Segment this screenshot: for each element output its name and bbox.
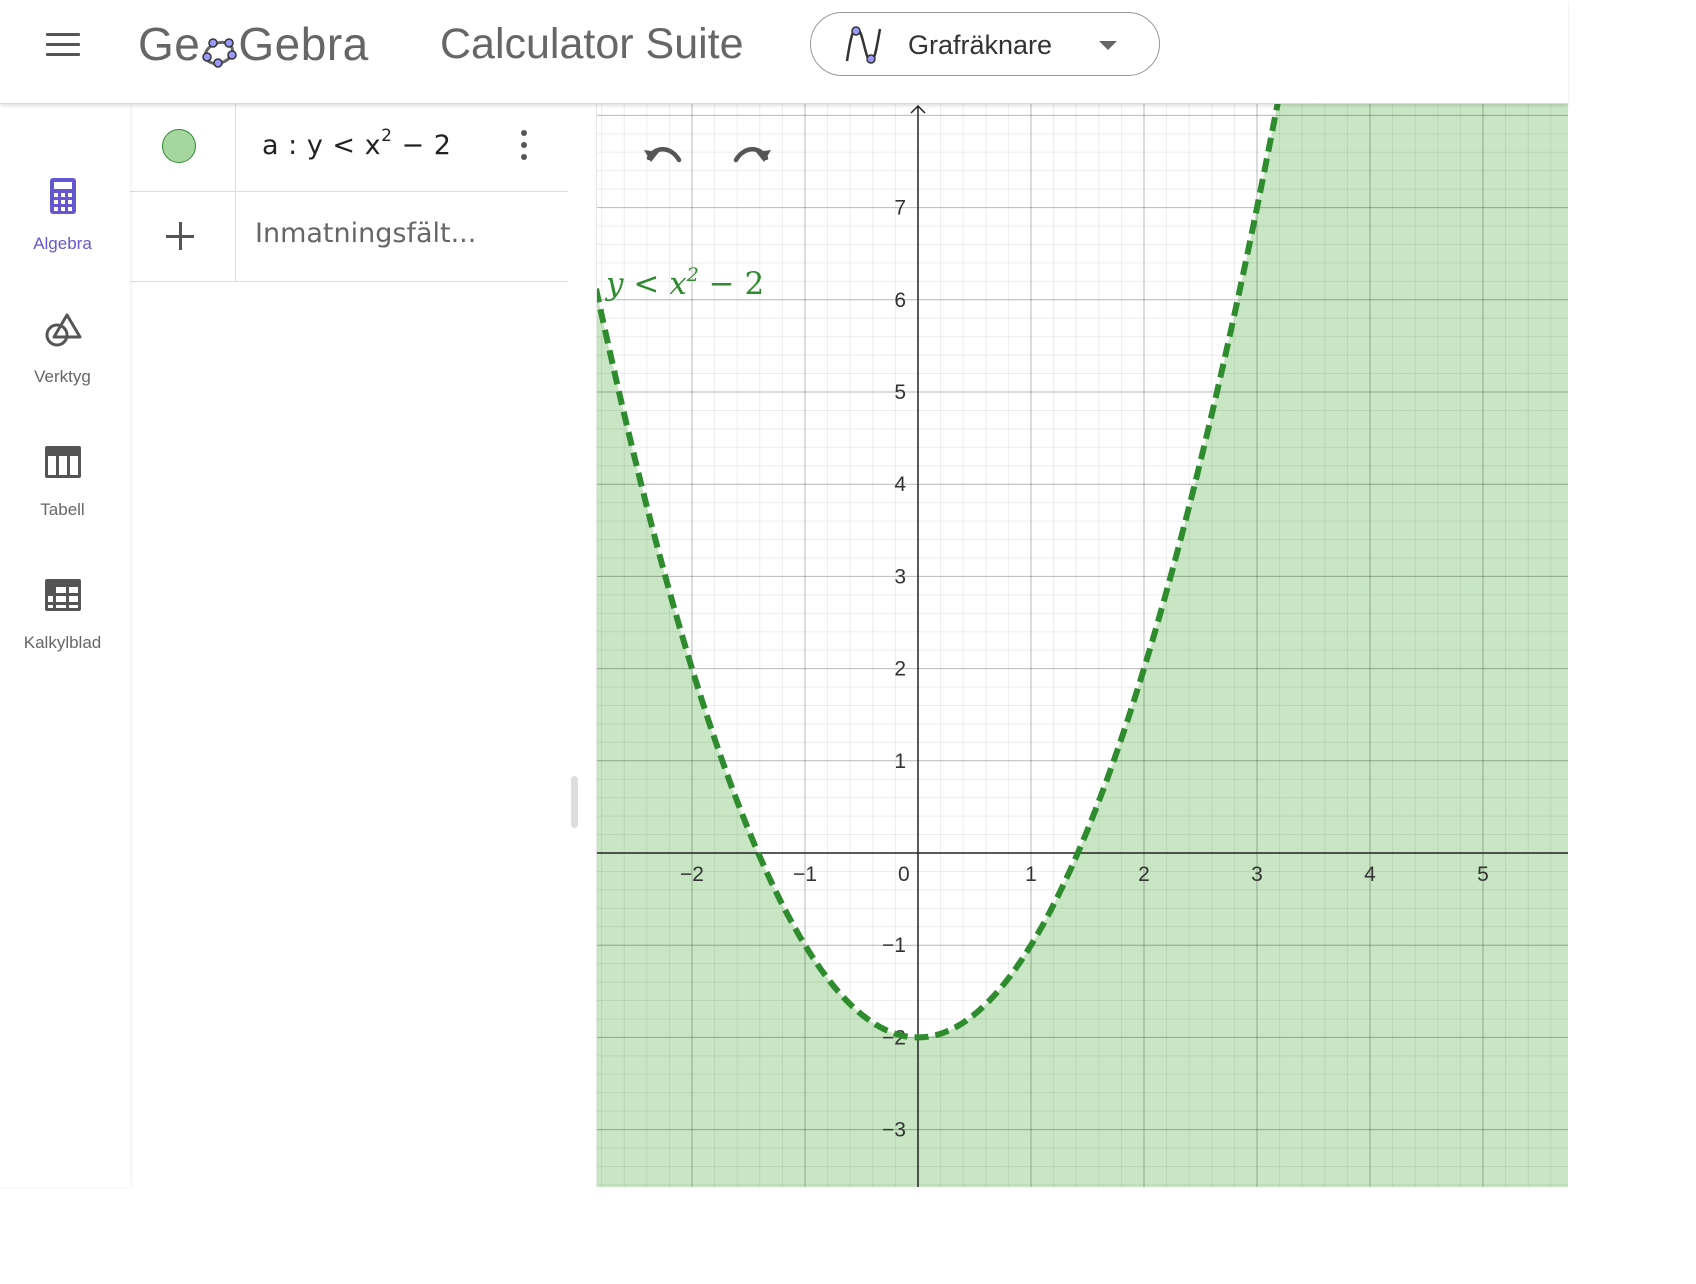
- app-header: Ge Gebra Calculator Suite Grafräknare: [0, 0, 1568, 104]
- suite-title: Calculator Suite: [440, 20, 744, 68]
- visibility-toggle[interactable]: [162, 129, 196, 163]
- geogebra-logo: Ge Gebra: [138, 18, 369, 70]
- graphics-view[interactable]: −2 −1 0 1 2 3 4 5 7 6 5 4 3 2 1 −1 −2 −3 y < x2 − 2: [596, 104, 1568, 1187]
- app-switcher-label: Grafräknare: [908, 30, 1053, 60]
- y-tick-label: 6: [894, 289, 906, 312]
- y-tick-label: −3: [882, 1119, 906, 1142]
- nav-label-table: Tabell: [40, 500, 85, 519]
- nav-item-spreadsheet[interactable]: Kalkylblad: [0, 575, 125, 685]
- y-tick-label: 1: [894, 750, 906, 773]
- x-tick-label: 4: [1364, 863, 1376, 886]
- algebra-view: a : y < x2 − 2 Inmatningsfält...: [130, 104, 597, 1187]
- x-tick-label: −2: [680, 863, 704, 886]
- y-tick-label: 4: [894, 473, 906, 496]
- algebra-entry[interactable]: a : y < x2 − 2: [130, 104, 568, 192]
- y-tick-label: 2: [894, 658, 906, 681]
- app-switcher-dropdown[interactable]: Grafräknare: [810, 12, 1160, 76]
- algebra-entry-formula[interactable]: a : y < x2 − 2: [262, 126, 452, 161]
- y-tick-label: −1: [882, 934, 906, 957]
- visibility-column: [130, 104, 236, 191]
- nav-item-table[interactable]: Tabell: [0, 442, 125, 552]
- view-nav: Algebra Verktyg Tabell Kalkylblad: [0, 104, 130, 1187]
- graph-canvas[interactable]: −2 −1 0 1 2 3 4 57654321−1−2−3y < x2 − 2: [596, 104, 1568, 1187]
- object-name: a: [262, 130, 280, 161]
- spreadsheet-icon: [43, 575, 83, 615]
- x-tick-label: 0: [898, 863, 910, 886]
- formula-lhs: y: [306, 130, 324, 161]
- nav-label-algebra: Algebra: [33, 234, 92, 253]
- y-tick-label: 7: [894, 197, 906, 220]
- input-icon-column: [130, 192, 236, 281]
- geogebra-logo-ellipse-icon: [201, 26, 238, 68]
- x-tick-label: 1: [1025, 863, 1037, 886]
- graphing-icon: [843, 25, 883, 70]
- plus-icon[interactable]: [166, 222, 194, 250]
- shapes-icon: [43, 309, 83, 349]
- formula-term: x2: [364, 126, 393, 161]
- calculator-icon: [43, 176, 83, 216]
- algebra-input-row[interactable]: Inmatningsfält...: [130, 192, 568, 282]
- formula-relation: <: [332, 130, 356, 161]
- formula-rest: − 2: [401, 130, 452, 161]
- redo-icon[interactable]: [730, 138, 774, 174]
- separator: :: [288, 130, 298, 161]
- nav-label-tools: Verktyg: [34, 367, 91, 386]
- more-options-icon[interactable]: [514, 130, 534, 164]
- algebra-input-field[interactable]: Inmatningsfält...: [255, 218, 476, 249]
- table-icon: [43, 442, 83, 482]
- nav-label-spreadsheet: Kalkylblad: [23, 633, 102, 652]
- x-tick-label: 2: [1138, 863, 1150, 886]
- panel-resize-handle[interactable]: [571, 776, 578, 828]
- nav-item-tools[interactable]: Verktyg: [0, 309, 125, 419]
- curve-label: y < x2 − 2: [604, 264, 764, 302]
- nav-item-algebra[interactable]: Algebra: [0, 176, 125, 286]
- y-tick-label: 3: [894, 565, 906, 588]
- hamburger-menu-icon[interactable]: [44, 31, 82, 59]
- x-tick-label: 3: [1251, 863, 1263, 886]
- y-tick-label: 5: [894, 381, 906, 404]
- undo-icon[interactable]: [641, 138, 685, 174]
- x-tick-label: −1: [793, 863, 817, 886]
- chevron-down-icon: [1099, 41, 1117, 50]
- x-tick-label: 5: [1477, 863, 1489, 886]
